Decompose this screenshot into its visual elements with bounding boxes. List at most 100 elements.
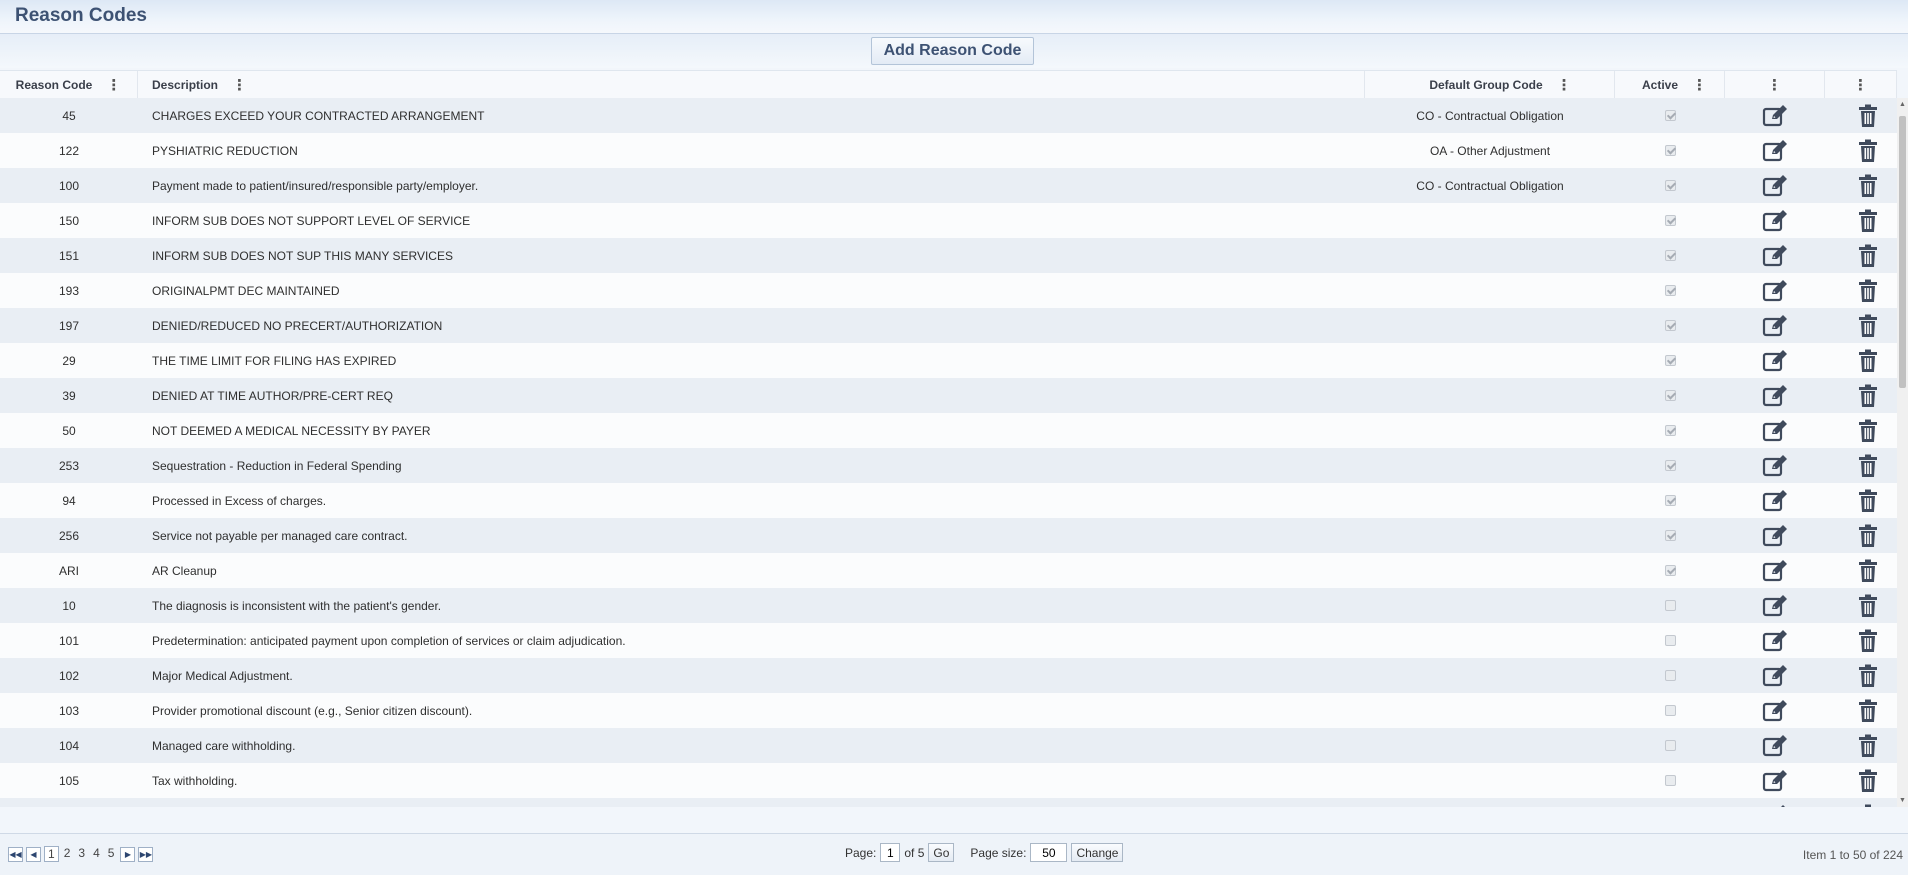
reason-code-cell: 94 [62, 493, 76, 508]
vertical-scrollbar[interactable]: ▲ ▼ [1897, 98, 1908, 807]
table-row[interactable]: ARI AR Cleanup [0, 553, 1897, 588]
column-header-description[interactable]: Description ⋮ [138, 71, 1365, 98]
table-row[interactable]: 105 Tax withholding. [0, 763, 1897, 798]
trash-icon[interactable] [1858, 419, 1878, 443]
trash-icon[interactable] [1858, 244, 1878, 268]
kebab-icon[interactable]: ⋮ [1692, 76, 1707, 94]
trash-icon[interactable] [1858, 734, 1878, 758]
edit-icon[interactable] [1762, 139, 1788, 163]
scroll-thumb[interactable] [1899, 116, 1906, 388]
delete-cell [1825, 483, 1897, 518]
table-row[interactable]: 50 NOT DEEMED A MEDICAL NECESSITY BY PAYE… [0, 413, 1897, 448]
trash-icon[interactable] [1858, 209, 1878, 233]
trash-icon[interactable] [1858, 594, 1878, 618]
prev-page-icon[interactable]: ◀ [26, 846, 41, 862]
page-size-input[interactable] [1030, 843, 1068, 862]
description-cell: ORIGINALPMT DEC MAINTAINED [152, 283, 340, 298]
trash-icon[interactable] [1858, 454, 1878, 478]
edit-icon[interactable] [1762, 244, 1788, 268]
table-row[interactable]: 100 Payment made to patient/insured/respo… [0, 168, 1897, 203]
trash-icon[interactable] [1858, 664, 1878, 688]
table-row[interactable]: 102 Major Medical Adjustment. [0, 658, 1897, 693]
last-page-icon[interactable]: ▶▶ [138, 846, 154, 862]
edit-icon[interactable] [1762, 664, 1788, 688]
column-header-edit[interactable]: ⋮ [1725, 71, 1825, 98]
edit-icon[interactable] [1762, 629, 1788, 653]
edit-icon[interactable] [1762, 349, 1788, 373]
table-row[interactable]: 193 ORIGINALPMT DEC MAINTAINED [0, 273, 1897, 308]
trash-icon[interactable] [1858, 104, 1878, 128]
column-header-delete[interactable]: ⋮ [1825, 71, 1897, 98]
kebab-icon[interactable]: ⋮ [232, 76, 247, 94]
table-row[interactable]: 253 Sequestration - Reduction in Federal … [0, 448, 1897, 483]
table-row[interactable]: 103 Provider promotional discount (e.g., … [0, 693, 1897, 728]
trash-icon[interactable] [1858, 804, 1878, 807]
trash-icon[interactable] [1858, 314, 1878, 338]
edit-icon[interactable] [1762, 314, 1788, 338]
kebab-icon[interactable]: ⋮ [1853, 76, 1868, 94]
delete-cell [1825, 728, 1897, 763]
table-row[interactable]: 106 Patient payment option/election not i… [0, 798, 1897, 807]
column-header-active[interactable]: Active ⋮ [1615, 71, 1725, 98]
trash-icon[interactable] [1858, 174, 1878, 198]
page-number-input[interactable] [880, 843, 901, 862]
edit-icon[interactable] [1762, 769, 1788, 793]
edit-icon[interactable] [1762, 699, 1788, 723]
table-row[interactable]: 29 THE TIME LIMIT FOR FILING HAS EXPIRED [0, 343, 1897, 378]
page-number-link[interactable]: 4 [90, 846, 103, 862]
table-row[interactable]: 94 Processed in Excess of charges. [0, 483, 1897, 518]
scroll-down-icon[interactable]: ▼ [1898, 796, 1907, 805]
trash-icon[interactable] [1858, 699, 1878, 723]
table-row[interactable]: 101 Predetermination: anticipated payment… [0, 623, 1897, 658]
kebab-icon[interactable]: ⋮ [106, 76, 121, 94]
table-row[interactable]: 197 DENIED/REDUCED NO PRECERT/AUTHORIZATI… [0, 308, 1897, 343]
table-row[interactable]: 256 Service not payable per managed care … [0, 518, 1897, 553]
trash-icon[interactable] [1858, 139, 1878, 163]
trash-icon[interactable] [1858, 629, 1878, 653]
kebab-icon[interactable]: ⋮ [1767, 76, 1782, 94]
table-row[interactable]: 39 DENIED AT TIME AUTHOR/PRE-CERT REQ [0, 378, 1897, 413]
edit-icon[interactable] [1762, 559, 1788, 583]
edit-icon[interactable] [1762, 104, 1788, 128]
page-number-link[interactable]: 3 [75, 846, 88, 862]
table-row[interactable]: 151 INFORM SUB DOES NOT SUP THIS MANY SER… [0, 238, 1897, 273]
column-header-default-group-code[interactable]: Default Group Code ⋮ [1365, 71, 1615, 98]
table-row[interactable]: 104 Managed care withholding. [0, 728, 1897, 763]
table-row[interactable]: 122 PYSHIATRIC REDUCTION OA - Other Adjust… [0, 133, 1897, 168]
default-group-code-cell [1365, 203, 1615, 238]
table-row[interactable]: 150 INFORM SUB DOES NOT SUPPORT LEVEL OF … [0, 203, 1897, 238]
column-header-reason-code[interactable]: Reason Code ⋮ [0, 71, 138, 98]
edit-icon[interactable] [1762, 384, 1788, 408]
trash-icon[interactable] [1858, 384, 1878, 408]
edit-icon[interactable] [1762, 174, 1788, 198]
edit-icon[interactable] [1762, 489, 1788, 513]
edit-icon[interactable] [1762, 594, 1788, 618]
scroll-up-icon[interactable]: ▲ [1898, 100, 1907, 109]
trash-icon[interactable] [1858, 489, 1878, 513]
page-number-link[interactable]: 2 [61, 846, 74, 862]
edit-icon[interactable] [1762, 524, 1788, 548]
change-button[interactable]: Change [1071, 843, 1124, 862]
first-page-icon[interactable]: ◀◀ [8, 846, 23, 862]
active-cell [1615, 728, 1725, 763]
add-reason-code-button[interactable]: Add Reason Code [871, 37, 1034, 65]
trash-icon[interactable] [1858, 279, 1878, 303]
edit-icon[interactable] [1762, 454, 1788, 478]
trash-icon[interactable] [1858, 769, 1878, 793]
table-row[interactable]: 10 The diagnosis is inconsistent with the… [0, 588, 1897, 623]
edit-icon[interactable] [1762, 209, 1788, 233]
description-cell: Provider promotional discount (e.g., Sen… [152, 703, 473, 718]
page-number-link[interactable]: 5 [105, 846, 118, 862]
edit-icon[interactable] [1762, 734, 1788, 758]
trash-icon[interactable] [1858, 349, 1878, 373]
go-button[interactable]: Go [928, 843, 955, 862]
trash-icon[interactable] [1858, 524, 1878, 548]
trash-icon[interactable] [1858, 559, 1878, 583]
kebab-icon[interactable]: ⋮ [1557, 76, 1572, 94]
edit-icon[interactable] [1762, 279, 1788, 303]
page-number-link[interactable]: 1 [44, 846, 59, 862]
edit-icon[interactable] [1762, 804, 1788, 807]
table-row[interactable]: 45 CHARGES EXCEED YOUR CONTRACTED ARRANGE… [0, 98, 1897, 133]
next-page-icon[interactable]: ▶ [120, 846, 136, 862]
edit-icon[interactable] [1762, 419, 1788, 443]
